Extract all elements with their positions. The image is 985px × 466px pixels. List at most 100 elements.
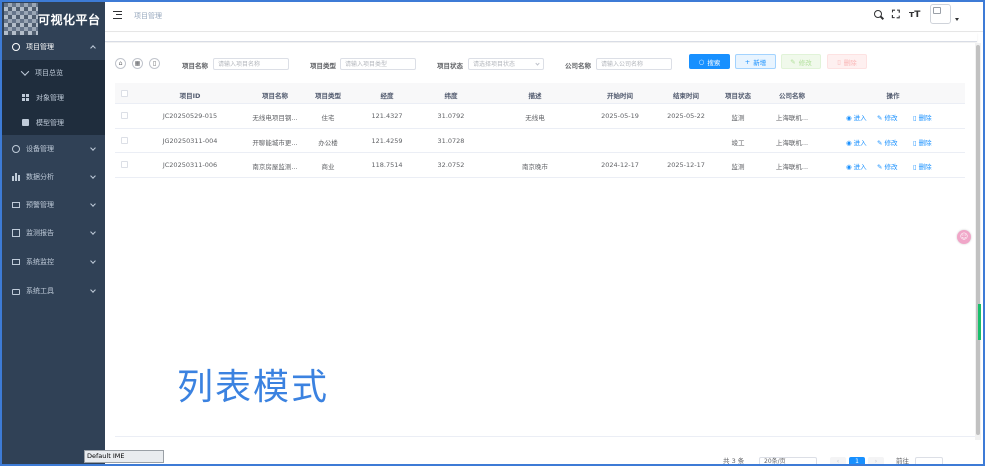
column-header: 开始时间	[607, 92, 633, 100]
project-name-label: 项目名称	[182, 62, 208, 70]
cell-longitude: 121.4327	[371, 112, 403, 120]
avatar[interactable]	[930, 4, 951, 24]
sidebar-item-system-monitor[interactable]: 系统监控	[2, 251, 105, 273]
enter-link[interactable]: ◉ 进入	[846, 112, 867, 122]
logo[interactable]: 可视化平台	[2, 2, 105, 36]
briefcase-icon	[12, 289, 20, 295]
trash-icon: ▯	[913, 163, 917, 171]
page-jump-input[interactable]	[915, 457, 943, 466]
cell-latitude: 32.0752	[437, 161, 465, 169]
eye-icon: ◉	[846, 114, 852, 122]
sidebar-item-project-overview[interactable]: 项目总览	[2, 60, 105, 85]
edit-icon: ✎	[877, 138, 883, 147]
delete-link[interactable]: ▯ 删除	[913, 112, 932, 122]
page-size-select[interactable]: 20条/页	[759, 457, 817, 466]
font-size-icon[interactable]: ᴛT	[909, 10, 920, 20]
cell-end-time: 2025-12-17	[667, 161, 705, 169]
sidebar-item-device-management[interactable]: 设备管理	[2, 138, 105, 160]
table-header: 项目ID 项目名称 项目类型 经度 纬度 描述 开始时间 结束时间 项目状态 公…	[115, 83, 965, 104]
sidebar-item-alert-management[interactable]: 预警管理	[2, 194, 105, 216]
cell-start-time: 2024-12-17	[601, 161, 639, 169]
monitor-icon	[12, 202, 20, 208]
cell-description: 南京晚市	[522, 163, 548, 171]
project-status-select[interactable]	[468, 58, 544, 70]
delete-button[interactable]: ▯ 删除	[827, 54, 867, 69]
project-type-input[interactable]	[340, 58, 416, 70]
enter-link[interactable]: ◉ 进入	[846, 161, 867, 171]
fullscreen-icon[interactable]: ⛶	[892, 9, 902, 20]
breadcrumb[interactable]: 项目管理	[134, 11, 162, 21]
edit-icon: ✎	[790, 57, 796, 66]
grid-icon[interactable]: ▦	[132, 58, 143, 69]
table-row[interactable]: JC20250529-015 无线电项目钢... 住宅 121.4327 31.…	[115, 104, 965, 129]
home-icon[interactable]: ⌂	[115, 58, 126, 69]
prev-page-button[interactable]: ‹	[830, 457, 846, 466]
assistant-float-icon[interactable]: ☺	[957, 230, 971, 244]
edit-link[interactable]: ✎ 修改	[877, 112, 897, 122]
scrollbar-thumb[interactable]	[976, 45, 980, 435]
sidebar-item-monitoring-report[interactable]: 监测报告	[2, 222, 105, 244]
sidebar-item-system-tools[interactable]: 系统工具	[2, 280, 105, 302]
monitor-icon	[12, 259, 20, 265]
enter-link[interactable]: ◉ 进入	[846, 137, 867, 147]
sidebar-item-label: 模型管理	[36, 118, 64, 127]
add-button[interactable]: + 新增	[735, 54, 776, 69]
trash-icon[interactable]: ▯	[149, 58, 160, 69]
page-button-current[interactable]: 1	[849, 457, 865, 466]
column-header: 项目名称	[262, 92, 288, 100]
table-row[interactable]: JG20250311-004 开聊能城市更... 办公楼 121.4259 31…	[115, 129, 965, 153]
cell-longitude: 121.4259	[371, 136, 403, 145]
search-icon: ○	[698, 57, 705, 66]
row-checkbox[interactable]	[121, 136, 128, 144]
edit-button[interactable]: ✎ 修改	[781, 54, 821, 69]
bar-chart-icon	[12, 173, 20, 181]
row-checkbox[interactable]	[121, 112, 128, 119]
sidebar-item-project-management[interactable]: 项目管理	[2, 36, 105, 58]
sidebar-item-label: 系统监控	[26, 258, 54, 266]
project-type-label: 项目类型	[310, 62, 336, 70]
cell-latitude: 31.0792	[437, 112, 465, 120]
company-name-label: 公司名称	[565, 62, 591, 70]
sidebar-item-label: 项目管理	[26, 43, 54, 51]
company-name-input[interactable]	[596, 58, 672, 70]
list-mode-caption: 列表模式	[177, 367, 330, 408]
eye-icon: ◉	[846, 163, 852, 171]
next-page-button[interactable]: ›	[868, 457, 884, 466]
chevron-down-icon	[90, 201, 96, 207]
select-all-checkbox[interactable]	[121, 90, 128, 97]
edit-link[interactable]: ✎ 修改	[877, 137, 897, 147]
cell-status: 监测	[731, 114, 745, 122]
search-icon[interactable]	[874, 10, 884, 20]
plus-icon: +	[744, 57, 751, 66]
edit-icon: ✎	[877, 163, 883, 171]
project-name-input[interactable]	[213, 58, 289, 70]
row-checkbox[interactable]	[121, 161, 128, 168]
pagination-total: 共 3 条	[723, 457, 745, 465]
divider	[115, 436, 975, 437]
sidebar-item-model-management[interactable]: 模型管理	[2, 110, 105, 135]
sidebar-item-object-management[interactable]: 对象管理	[2, 85, 105, 110]
sidebar-item-label: 设备管理	[26, 145, 54, 153]
chevron-down-icon	[20, 66, 30, 76]
search-button[interactable]: ○ 搜索	[689, 54, 730, 69]
chevron-down-icon	[90, 287, 96, 293]
chevron-down-icon	[90, 173, 96, 179]
project-table: 项目ID 项目名称 项目类型 经度 纬度 描述 开始时间 结束时间 项目状态 公…	[115, 83, 965, 178]
caret-down-icon[interactable]	[955, 18, 959, 21]
column-header: 公司名称	[779, 92, 805, 100]
sidebar-item-label: 预警管理	[26, 201, 54, 209]
cell-project-id: JC20250311-006	[162, 161, 218, 169]
cell-project-name: 南京房屋监测...	[252, 163, 298, 171]
delete-link[interactable]: ▯ 删除	[913, 161, 932, 171]
cell-project-type: 住宅	[321, 114, 335, 122]
sidebar: 可视化平台 项目管理 项目总览 对象管理 模型管理 设备管理 数据分析 预警管理…	[2, 2, 105, 464]
hamburger-icon[interactable]	[113, 11, 122, 19]
sidebar-item-data-analysis[interactable]: 数据分析	[2, 166, 105, 188]
edit-link[interactable]: ✎ 修改	[877, 161, 897, 171]
chevron-down-icon	[90, 229, 96, 235]
cell-end-time: 2025-05-22	[667, 112, 705, 120]
sidebar-item-label: 项目总览	[35, 68, 63, 77]
table-row[interactable]: JC20250311-006 南京房屋监测... 商业 118.7514 32.…	[115, 153, 965, 178]
column-header: 操作	[886, 92, 900, 100]
delete-link[interactable]: ▯ 删除	[913, 137, 932, 147]
